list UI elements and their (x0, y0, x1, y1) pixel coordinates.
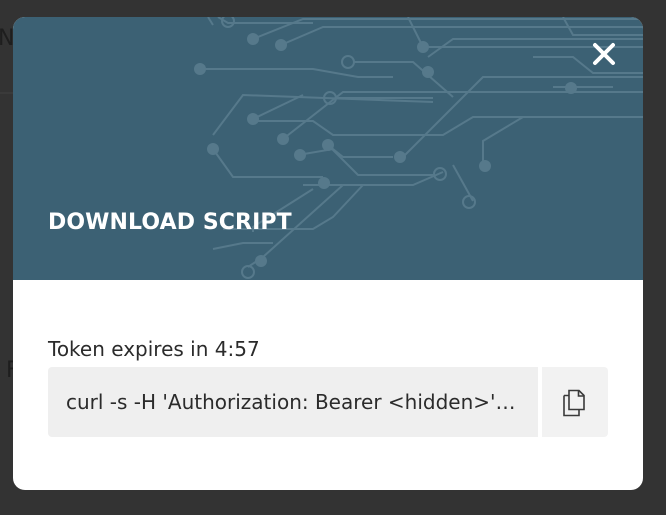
circuit-pattern-illustration (194, 17, 643, 279)
close-icon (593, 43, 615, 65)
script-command-field[interactable]: curl -s -H 'Authorization: Bearer <hidde… (48, 367, 538, 437)
close-button[interactable] (587, 37, 621, 71)
background-divider (0, 92, 13, 94)
dialog-header: DOWNLOAD SCRIPT (13, 17, 643, 280)
copy-icon (563, 389, 585, 417)
download-script-dialog: DOWNLOAD SCRIPT Token expires in 4:57 cu… (13, 17, 643, 490)
command-field-group: curl -s -H 'Authorization: Bearer <hidde… (48, 367, 608, 437)
token-expiry-label: Token expires in 4:57 (48, 337, 260, 361)
dialog-title: DOWNLOAD SCRIPT (48, 210, 292, 235)
copy-button[interactable] (542, 367, 608, 437)
